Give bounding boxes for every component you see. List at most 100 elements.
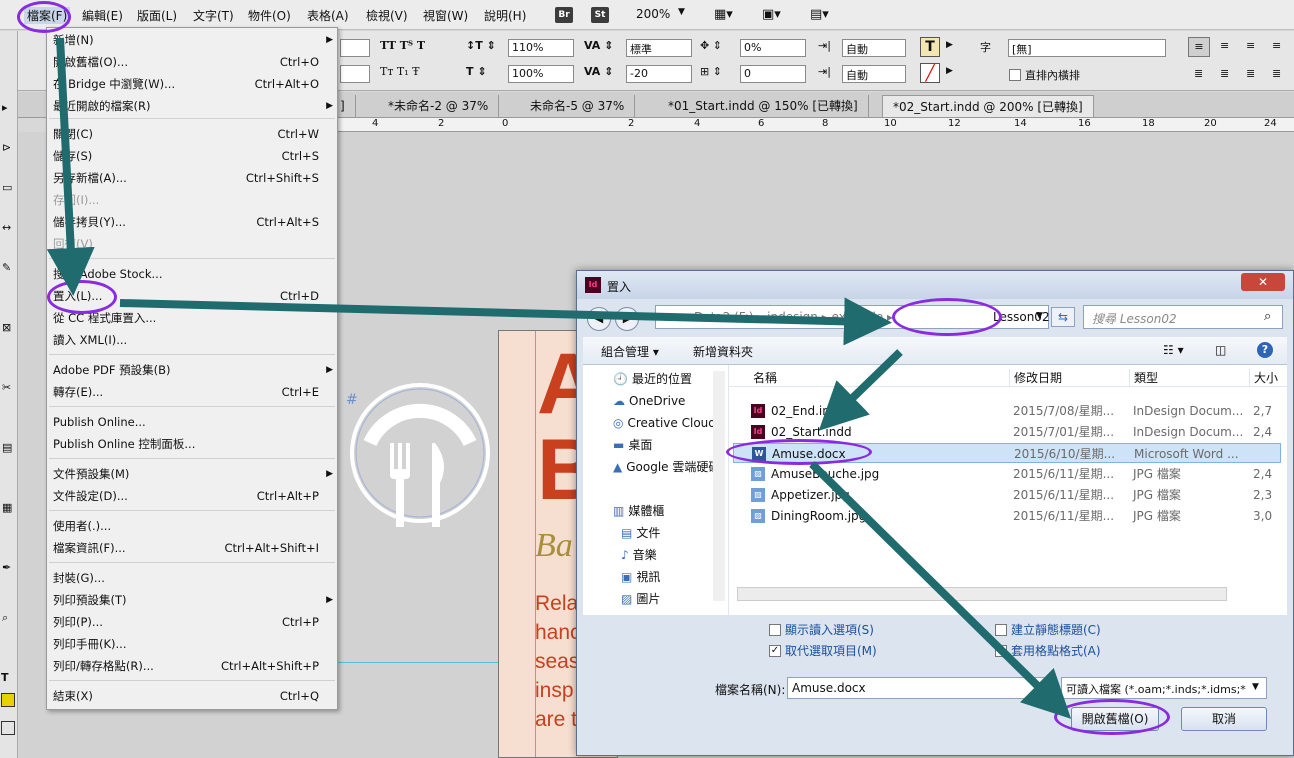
file-menu-item[interactable]: 最近開啟的檔案(R) ▶: [53, 96, 333, 116]
align-right-icon[interactable]: ≡: [1246, 39, 1255, 52]
gap-tool-icon[interactable]: ↔: [2, 221, 11, 234]
screen-mode-icon[interactable]: ▣▾: [762, 7, 781, 22]
pen-tool-icon[interactable]: ✎: [2, 261, 11, 274]
address-dropdown-icon[interactable]: ▼: [1036, 311, 1043, 321]
text-tool-icon[interactable]: T: [1, 671, 9, 684]
file-menu-item[interactable]: 關閉(C) Ctrl+W: [53, 124, 331, 144]
view-mode-icon[interactable]: [1, 721, 15, 735]
filename-input[interactable]: Amuse.docx: [787, 677, 1057, 699]
rectangle-frame-tool-icon[interactable]: ⊠: [2, 321, 11, 334]
back-icon[interactable]: ◀: [587, 307, 611, 331]
zoom-level[interactable]: 200%: [636, 7, 670, 21]
nav-scrollbar[interactable]: [713, 371, 725, 601]
zoom-tool-icon[interactable]: ⌕: [2, 611, 8, 625]
tracking-field[interactable]: -20: [626, 65, 692, 83]
nav-item[interactable]: ▤ 文件: [621, 523, 660, 543]
view-options-icon[interactable]: ▦▾: [714, 7, 733, 22]
menu-object[interactable]: 物件(O): [248, 7, 291, 24]
file-menu-item[interactable]: 新增(N) ▶: [53, 30, 333, 50]
selection-tool-icon[interactable]: ▸: [2, 101, 8, 114]
filetype-dropdown-icon[interactable]: ▼: [1252, 682, 1259, 692]
nav-item[interactable]: ▬ 桌面: [613, 435, 652, 455]
tab-01-start[interactable]: *01_Start.indd @ 150% [已轉換]: [658, 95, 869, 117]
menu-view[interactable]: 檢視(V): [366, 7, 408, 24]
file-menu-item[interactable]: 列印(P)... Ctrl+P: [53, 612, 331, 632]
bridge-button[interactable]: Br: [555, 7, 573, 23]
align-center-icon[interactable]: ≡: [1220, 39, 1229, 52]
aki-field[interactable]: 0: [740, 65, 806, 83]
col-size[interactable]: 大小: [1249, 369, 1278, 386]
replace-selection-checkbox[interactable]: ✓: [769, 645, 781, 657]
justify-center-icon[interactable]: ≣: [1220, 67, 1229, 80]
font-field[interactable]: [340, 39, 370, 57]
stroke-none-icon[interactable]: ╱: [920, 63, 940, 83]
help-icon[interactable]: ?: [1257, 342, 1273, 358]
style-field[interactable]: [340, 65, 370, 83]
file-menu-item[interactable]: 使用者(.)...: [53, 516, 331, 536]
file-menu-item[interactable]: 結束(X) Ctrl+Q: [53, 686, 331, 706]
eyedropper-tool-icon[interactable]: ✒: [2, 561, 11, 574]
small-caps-icon[interactable]: Tт T₁ Ŧ: [380, 65, 420, 78]
col-type[interactable]: 類型: [1129, 369, 1158, 386]
file-menu-item[interactable]: Adobe PDF 預設集(B) ▶: [53, 360, 333, 380]
file-menu-item[interactable]: 另存新檔(A)... Ctrl+Shift+S: [53, 168, 331, 188]
menu-layout[interactable]: 版面(L): [137, 7, 177, 24]
search-box[interactable]: 搜尋 Lesson02 ⌕: [1083, 305, 1283, 329]
file-menu-item[interactable]: Publish Online 控制面板...: [53, 434, 331, 454]
tsume-field[interactable]: 0%: [740, 39, 806, 57]
new-folder-button[interactable]: 新增資料夾: [693, 343, 753, 360]
nav-item[interactable]: ▥ 媒體櫃: [613, 501, 664, 521]
show-import-options-label[interactable]: 顯示讀入選項(S): [785, 621, 874, 638]
apply-grid-label[interactable]: 套用格點格式(A): [1011, 642, 1101, 659]
char-style-select[interactable]: [無]: [1008, 39, 1166, 57]
nav-item[interactable]: ☁ OneDrive: [613, 391, 685, 411]
direct-select-tool-icon[interactable]: ⊳: [2, 141, 11, 154]
menu-table[interactable]: 表格(A): [307, 7, 349, 24]
fill-swatch-icon[interactable]: [1, 693, 15, 707]
show-import-options-checkbox[interactable]: [769, 624, 781, 636]
file-menu-item[interactable]: 回復(V): [53, 234, 331, 254]
justify-right-icon[interactable]: ≣: [1246, 67, 1255, 80]
leading-field[interactable]: 110%: [508, 39, 574, 57]
close-dialog-button[interactable]: ✕: [1241, 273, 1285, 291]
file-menu-item[interactable]: 列印預設集(T) ▶: [53, 590, 333, 610]
all-caps-icon[interactable]: TT Tᵀ T: [380, 39, 425, 52]
note-tool-icon[interactable]: ▦: [2, 501, 12, 514]
stock-button[interactable]: St: [591, 7, 609, 23]
nav-item[interactable]: 🕘 最近的位置: [613, 369, 692, 389]
refresh-icon[interactable]: ⇆: [1051, 307, 1075, 327]
file-menu-item[interactable]: 檔案資訊(F)... Ctrl+Alt+Shift+I: [53, 538, 331, 558]
organize-button[interactable]: 組合管理 ▾: [601, 343, 659, 360]
file-menu-item[interactable]: 讀入 XML(I)...: [53, 330, 331, 350]
kerning-field[interactable]: 標準: [626, 39, 692, 57]
file-menu-item[interactable]: 存回(I)...: [53, 190, 331, 210]
stroke-expand-icon[interactable]: ▶: [946, 66, 953, 76]
page-tool-icon[interactable]: ▭: [2, 181, 12, 194]
horizontal-scrollbar[interactable]: [737, 587, 1227, 601]
tab-untitled-2[interactable]: *未命名-2 @ 37%: [378, 95, 500, 117]
nav-item[interactable]: ◎ Creative Cloud: [613, 413, 716, 433]
align-justify-icon[interactable]: ≡: [1272, 39, 1281, 52]
fill-expand-icon[interactable]: ▶: [946, 40, 953, 50]
col-date[interactable]: 修改日期: [1009, 369, 1062, 386]
text-fill-icon[interactable]: T: [920, 37, 940, 57]
file-menu-item[interactable]: 文件預設集(M) ▶: [53, 464, 333, 484]
file-row[interactable]: ▨ AmuseBouche.jpg 2015/6/11/星期... JPG 檔案 2,4: [733, 464, 1281, 484]
menu-edit[interactable]: 編輯(E): [82, 7, 123, 24]
tab-02-start[interactable]: *02_Start.indd @ 200% [已轉換]: [882, 95, 1094, 117]
zoom-dropdown-icon[interactable]: ▼: [678, 7, 685, 17]
create-caption-checkbox[interactable]: [995, 624, 1007, 636]
gradient-tool-icon[interactable]: ▤: [2, 441, 12, 454]
replace-selection-label[interactable]: 取代選取項目(M): [785, 642, 877, 659]
arrange-documents-icon[interactable]: ▤▾: [810, 7, 829, 22]
forward-icon[interactable]: ▶: [615, 307, 639, 331]
file-menu-item[interactable]: 儲存拷貝(Y)... Ctrl+Alt+S: [53, 212, 331, 232]
menu-help[interactable]: 說明(H): [484, 7, 526, 24]
vertical-checkbox[interactable]: [1009, 69, 1021, 81]
nav-item[interactable]: ▨ 圖片: [621, 589, 660, 609]
justify-all-icon[interactable]: ≣: [1272, 67, 1281, 80]
scissors-tool-icon[interactable]: ✂: [2, 381, 11, 394]
file-menu-item[interactable]: Publish Online...: [53, 412, 331, 432]
search-icon[interactable]: ⌕: [1264, 309, 1271, 324]
nav-item[interactable]: ♪ 音樂: [621, 545, 657, 565]
